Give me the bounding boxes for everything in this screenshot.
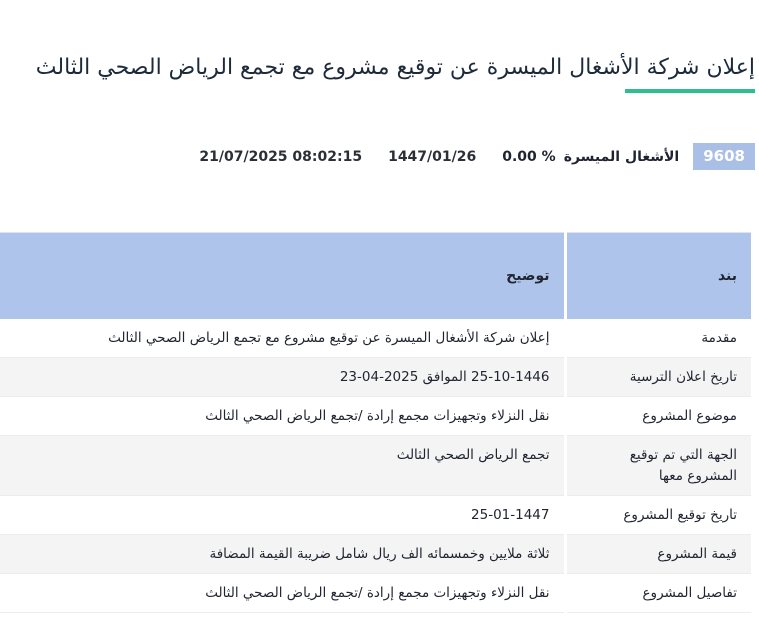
table-row: الجهة التي تم توقيع المشروع معها تجمع ال…	[0, 435, 751, 496]
header-item: بند	[563, 232, 751, 319]
row-item: تفاصيل المشروع	[563, 573, 751, 613]
table-row: موضوع المشروع نقل النزلاء وتجهيزات مجمع …	[0, 396, 751, 436]
row-description: نقل النزلاء وتجهيزات مجمع إرادة /تجمع ال…	[0, 573, 565, 613]
table-row: تاريخ اعلان الترسية 25-10-1446 الموافق 2…	[0, 357, 751, 397]
row-description: 25-10-1446 الموافق 2025-04-23	[0, 357, 565, 397]
table-row: تاريخ توقيع المشروع 25-01-1447	[0, 495, 751, 535]
row-item: الجهة التي تم توقيع المشروع معها	[563, 435, 751, 496]
table-row: تفاصيل المشروع نقل النزلاء وتجهيزات مجمع…	[0, 573, 751, 613]
row-item: مقدمة	[563, 318, 751, 358]
price-change: 0.00 %	[502, 148, 556, 165]
row-item: تاريخ توقيع المشروع	[563, 495, 751, 535]
gregorian-datetime: 21/07/2025 08:02:15	[199, 148, 363, 165]
row-item: موضوع المشروع	[563, 396, 751, 436]
table-row: مقدمة إعلان شركة الأشغال الميسرة عن توقي…	[0, 318, 751, 358]
announcement-table: بند توضيح مقدمة إعلان شركة الأشغال الميس…	[0, 232, 751, 613]
company-name[interactable]: الأشغال الميسرة	[564, 149, 680, 165]
stock-meta-bar: 9608 الأشغال الميسرة 0.00 % 1447/01/26 2…	[199, 143, 755, 170]
header-description: توضيح	[0, 232, 565, 319]
symbol-badge[interactable]: 9608	[693, 143, 755, 170]
table-row: قيمة المشروع ثلاثة ملايين وخمسمائه الف ر…	[0, 534, 751, 574]
row-description: نقل النزلاء وتجهيزات مجمع إرادة /تجمع ال…	[0, 396, 565, 436]
row-description: تجمع الرياض الصحي الثالث	[0, 435, 565, 496]
row-description: إعلان شركة الأشغال الميسرة عن توقيع مشرو…	[0, 318, 565, 358]
announcement-page: إعلان شركة الأشغال الميسرة عن توقيع مشرو…	[0, 0, 759, 621]
row-item: تاريخ اعلان الترسية	[563, 357, 751, 397]
title-underline	[625, 89, 755, 93]
hijri-date: 1447/01/26	[388, 148, 477, 165]
page-title: إعلان شركة الأشغال الميسرة عن توقيع مشرو…	[35, 55, 755, 80]
row-description: 25-01-1447	[0, 495, 565, 535]
row-description: ثلاثة ملايين وخمسمائه الف ريال شامل ضريب…	[0, 534, 565, 574]
table-header-row: بند توضيح	[0, 232, 751, 319]
row-item: قيمة المشروع	[563, 534, 751, 574]
title-area: إعلان شركة الأشغال الميسرة عن توقيع مشرو…	[10, 52, 755, 84]
